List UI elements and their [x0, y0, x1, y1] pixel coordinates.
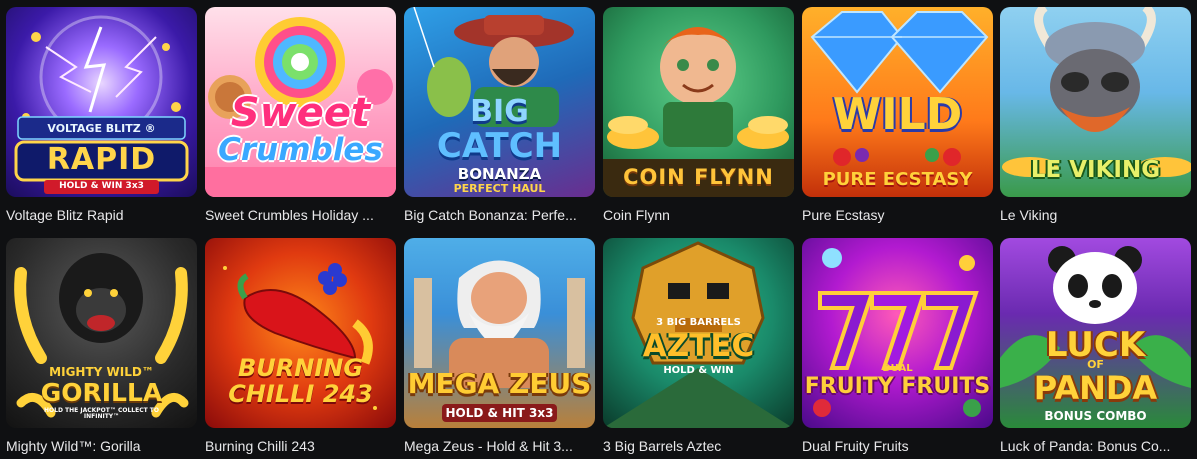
game-thumbnail[interactable]: BURNING CHILLI 243: [205, 238, 396, 428]
game-tile-3-big-barrels-aztec[interactable]: 3 BIG BARRELS AZTEC HOLD & WIN 3 Big Bar…: [603, 238, 794, 454]
game-title[interactable]: Mega Zeus - Hold & Hit 3...: [404, 438, 595, 454]
game-title[interactable]: Dual Fruity Fruits: [802, 438, 993, 454]
game-thumbnail[interactable]: DUAL FRUITY FRUITS: [802, 238, 993, 428]
game-logo-line-1: Sweet: [230, 90, 371, 136]
game-logo-line-1: LE VIKING: [1030, 157, 1161, 183]
game-title[interactable]: Big Catch Bonanza: Perfe...: [404, 207, 595, 223]
game-tile-mega-zeus[interactable]: MEGA ZEUS HOLD & HIT 3x3 Mega Zeus - Hol…: [404, 238, 595, 454]
game-tile-sweet-crumbles-holiday[interactable]: Sweet Crumbles Sweet Crumbles Holiday ..…: [205, 7, 396, 223]
game-logo-line-2: FRUITY FRUITS: [804, 374, 991, 399]
game-thumbnail[interactable]: VOLTAGE BLITZ ® RAPID HOLD & WIN 3x3: [6, 7, 197, 197]
games-grid: VOLTAGE BLITZ ® RAPID HOLD & WIN 3x3 Vol…: [0, 0, 1197, 459]
game-logo-line-3: BONANZA: [457, 165, 542, 183]
game-tile-pure-ecstasy[interactable]: WILD PURE ECSTASY Pure Ecstasy: [802, 7, 993, 223]
game-thumbnail[interactable]: LE VIKING: [1000, 7, 1191, 197]
game-logo-line-2: RAPID: [46, 142, 157, 177]
game-logo-line-3: PANDA: [1033, 369, 1158, 407]
game-logo-line-2: HOLD & HIT 3x3: [442, 404, 557, 422]
game-logo-line-1: MEGA ZEUS: [407, 367, 592, 400]
game-title[interactable]: Le Viking: [1000, 207, 1191, 223]
game-logo-line-2: GORILLA: [40, 378, 163, 407]
game-thumbnail[interactable]: MEGA ZEUS HOLD & HIT 3x3: [404, 238, 595, 428]
game-logo-line-3: HOLD & WIN: [663, 365, 734, 376]
game-logo-line-2: Crumbles: [218, 132, 383, 168]
game-thumbnail[interactable]: Sweet Crumbles: [205, 7, 396, 197]
game-thumbnail[interactable]: COIN FLYNN: [603, 7, 794, 197]
game-tile-mighty-wild-gorilla[interactable]: MIGHTY WILD™ GORILLA HOLD THE JACKPOT™ C…: [6, 238, 197, 454]
game-logo-line-2: PURE ECSTASY: [822, 169, 973, 190]
game-thumbnail[interactable]: BIG CATCH BONANZA PERFECT HAUL: [404, 7, 595, 197]
game-title[interactable]: Mighty Wild™: Gorilla: [6, 438, 197, 454]
game-logo-line-2: AZTEC: [642, 328, 755, 364]
game-title[interactable]: Pure Ecstasy: [802, 207, 993, 223]
game-logo-line-1: WILD: [832, 89, 963, 140]
game-logo-line-1: 3 BIG BARRELS: [656, 317, 741, 328]
game-thumbnail[interactable]: LUCK OF PANDA BONUS COMBO: [1000, 238, 1191, 428]
game-tile-burning-chilli-243[interactable]: BURNING CHILLI 243 Burning Chilli 243: [205, 238, 396, 454]
game-title[interactable]: Burning Chilli 243: [205, 438, 396, 454]
game-logo-line-1: BIG: [470, 94, 529, 129]
game-logo-line-1: COIN FLYNN: [623, 165, 774, 189]
game-title[interactable]: Coin Flynn: [603, 207, 794, 223]
game-tile-le-viking[interactable]: LE VIKING Le Viking: [1000, 7, 1191, 223]
game-tile-dual-fruity-fruits[interactable]: DUAL FRUITY FRUITS Dual Fruity Fruits: [802, 238, 993, 454]
game-thumbnail[interactable]: 3 BIG BARRELS AZTEC HOLD & WIN: [603, 238, 794, 428]
game-logo-line-3: HOLD & WIN 3x3: [59, 181, 144, 191]
game-tile-luck-of-panda[interactable]: LUCK OF PANDA BONUS COMBO Luck of Panda:…: [1000, 238, 1191, 454]
sevens-art: [813, 248, 981, 417]
game-logo-line-3: HOLD THE JACKPOT™ COLLECT TO INFINITY™: [44, 407, 159, 420]
game-logo-line-1: MIGHTY WILD™: [49, 365, 154, 379]
game-logo-line-1: VOLTAGE BLITZ ®: [47, 122, 156, 135]
game-thumbnail[interactable]: MIGHTY WILD™ GORILLA HOLD THE JACKPOT™ C…: [6, 238, 197, 428]
game-logo-line-1: LUCK: [1045, 325, 1146, 365]
game-logo-line-4: PERFECT HAUL: [453, 182, 546, 195]
game-tile-big-catch-bonanza[interactable]: BIG CATCH BONANZA PERFECT HAUL Big Catch…: [404, 7, 595, 223]
game-title[interactable]: Luck of Panda: Bonus Co...: [1000, 438, 1191, 454]
game-tile-voltage-blitz-rapid[interactable]: VOLTAGE BLITZ ® RAPID HOLD & WIN 3x3 Vol…: [6, 7, 197, 223]
game-logo-line-2: CHILLI 243: [228, 380, 373, 408]
game-title[interactable]: Sweet Crumbles Holiday ...: [205, 207, 396, 223]
game-title[interactable]: 3 Big Barrels Aztec: [603, 438, 794, 454]
game-thumbnail[interactable]: WILD PURE ECSTASY: [802, 7, 993, 197]
game-logo-line-1: BURNING: [237, 354, 364, 382]
game-title[interactable]: Voltage Blitz Rapid: [6, 207, 197, 223]
game-tile-coin-flynn[interactable]: COIN FLYNN Coin Flynn: [603, 7, 794, 223]
game-logo-line-1: DUAL: [882, 363, 913, 374]
game-logo-line-4: BONUS COMBO: [1044, 409, 1147, 423]
game-logo-line-2: CATCH: [436, 126, 563, 166]
